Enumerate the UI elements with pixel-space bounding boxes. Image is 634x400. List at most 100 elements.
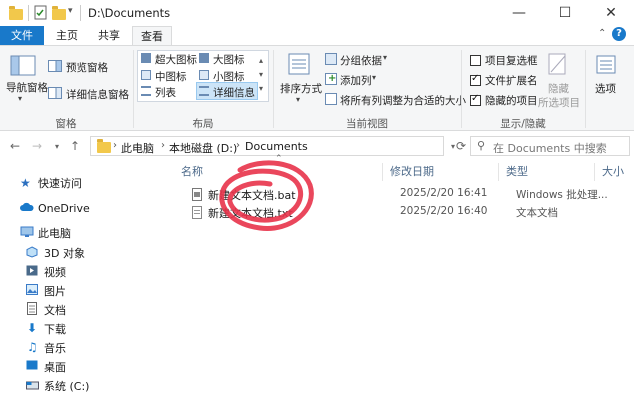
nav-label: 视频 <box>44 266 66 279</box>
add-columns-button[interactable]: 添加列 <box>340 73 372 88</box>
explorer-window: ▾ D:\Documents — ☐ ✕ 文件 主页 共享 查看 ⌃ ? 导航窗… <box>0 0 634 400</box>
red-scribble-annotation <box>219 160 314 231</box>
window-title: D:\Documents <box>88 6 171 20</box>
file-extensions-label: 文件扩展名 <box>485 75 538 87</box>
file-modified: 2025/2/20 16:41 <box>400 187 488 199</box>
txt-file-icon <box>192 206 202 219</box>
chevron-down-icon: ▾ <box>296 95 301 104</box>
chevron-down-icon: ▾ <box>372 73 377 82</box>
item-checkboxes-label: 项目复选框 <box>485 55 538 67</box>
refresh-button[interactable]: ⟳ <box>452 136 470 156</box>
layout-large-icons[interactable]: 大图标 <box>213 52 245 67</box>
tab-home[interactable]: 主页 <box>48 26 86 46</box>
chevron-down-icon: ▾ <box>18 94 23 103</box>
group-label-panes: 窗格 <box>55 118 77 130</box>
nav-item-onedrive[interactable]: OneDrive <box>0 198 170 218</box>
layout-details[interactable]: 详细信息 <box>213 85 255 100</box>
cloud-icon <box>20 202 34 214</box>
back-button[interactable]: ← <box>6 136 24 156</box>
bat-file-icon <box>192 188 202 201</box>
nav-item-desktop[interactable]: 桌面 <box>0 357 170 377</box>
layout-medium-icons[interactable]: 中图标 <box>155 69 187 84</box>
hide-selected-icon <box>547 52 569 78</box>
column-divider[interactable] <box>498 163 499 181</box>
item-checkboxes-checkbox[interactable] <box>470 55 481 66</box>
column-header-size[interactable]: 大小 <box>602 161 624 183</box>
gallery-scroll-icon[interactable]: ▴ ▾ ▾ <box>259 54 263 96</box>
download-icon: ⬇ <box>27 321 38 335</box>
document-icon <box>27 302 41 315</box>
nav-item-videos[interactable]: 视频 <box>0 262 170 282</box>
chevron-right-icon: › <box>113 140 117 151</box>
folder-icon <box>8 5 24 21</box>
nav-item-documents[interactable]: 文档 <box>0 300 170 320</box>
nav-label: OneDrive <box>38 201 90 215</box>
nav-pane-icon <box>8 54 38 78</box>
minimize-button[interactable]: — <box>496 0 542 26</box>
nav-item-system-c[interactable]: 系统 (C:) <box>0 376 170 396</box>
column-divider[interactable] <box>594 163 595 181</box>
layout-list[interactable]: 列表 <box>155 85 176 100</box>
search-input[interactable]: 在 Documents 中搜索 <box>493 140 607 156</box>
details-pane-icon <box>48 87 62 99</box>
group-label-current-view: 当前视图 <box>346 118 388 130</box>
fit-columns-button[interactable]: 将所有列调整为合适的大小 <box>340 93 466 108</box>
tab-file[interactable]: 文件 <box>0 26 44 46</box>
up-button[interactable]: ↑ <box>66 136 84 156</box>
medium-icons-icon <box>141 70 151 80</box>
file-extensions-checkbox[interactable] <box>470 73 481 86</box>
nav-item-music[interactable]: ♫ 音乐 <box>0 338 170 358</box>
nav-pane-button[interactable]: 导航窗格 <box>6 80 48 95</box>
xl-icons-icon <box>141 53 151 63</box>
ribbon-collapse-icon[interactable]: ⌃ <box>598 28 606 39</box>
sort-by-button[interactable]: 排序方式 <box>280 81 322 96</box>
divider <box>28 5 29 21</box>
options-button[interactable]: 选项 <box>595 81 616 96</box>
forward-button[interactable]: → <box>28 136 46 156</box>
tab-view[interactable]: 查看 <box>132 26 172 46</box>
hidden-items-checkbox[interactable] <box>470 93 481 106</box>
nav-item-pictures[interactable]: 图片 <box>0 281 170 301</box>
sort-icon <box>286 52 312 78</box>
recent-locations-dropdown[interactable]: ▾ <box>48 136 66 156</box>
properties-icon[interactable] <box>34 5 48 21</box>
preview-pane-button[interactable]: 预览窗格 <box>66 60 108 75</box>
file-type: 文本文档 <box>516 207 558 219</box>
group-divider <box>585 50 586 128</box>
nav-item-quick-access[interactable]: ★ 快速访问 <box>0 173 170 193</box>
column-divider[interactable] <box>382 163 383 181</box>
tab-share[interactable]: 共享 <box>90 26 128 46</box>
nav-item-3d-objects[interactable]: 3D 对象 <box>0 243 170 263</box>
nav-label: 音乐 <box>44 342 66 355</box>
hidden-items-label: 隐藏的项目 <box>485 95 538 107</box>
nav-label: 下载 <box>44 323 66 336</box>
nav-label: 图片 <box>44 285 66 298</box>
fit-columns-icon <box>325 93 337 105</box>
navigation-pane: ★ 快速访问 OneDrive 此电脑 3D 对象 视频 图片 文档 ⬇ 下载 … <box>0 159 170 400</box>
details-pane-button[interactable]: 详细信息窗格 <box>66 87 129 102</box>
list-icon <box>141 86 151 96</box>
column-header-type[interactable]: 类型 <box>506 161 528 183</box>
column-header-name[interactable]: 名称 <box>181 161 203 183</box>
group-by-button[interactable]: 分组依据 <box>340 53 382 68</box>
close-button[interactable]: ✕ <box>588 0 634 26</box>
new-folder-icon[interactable] <box>52 5 66 21</box>
file-type: Windows 批处理... <box>516 189 608 201</box>
column-header-modified[interactable]: 修改日期 <box>390 161 434 183</box>
details-icon <box>199 86 209 96</box>
search-box[interactable]: ⚲ 在 Documents 中搜索 <box>470 136 630 156</box>
hide-button[interactable]: 隐藏 <box>548 81 569 96</box>
preview-pane-icon <box>48 60 62 72</box>
chevron-down-icon: ▾ <box>383 53 388 62</box>
star-icon: ★ <box>20 176 31 190</box>
layout-xl-icons[interactable]: 超大图标 <box>155 52 197 67</box>
help-icon[interactable]: ? <box>612 27 626 41</box>
nav-item-this-pc[interactable]: 此电脑 <box>0 223 170 243</box>
divider <box>80 5 81 21</box>
nav-label: 此电脑 <box>38 227 71 240</box>
quick-access-dropdown-icon[interactable]: ▾ <box>68 6 73 16</box>
nav-item-downloads[interactable]: ⬇ 下载 <box>0 319 170 339</box>
group-label-layout: 布局 <box>192 118 214 130</box>
maximize-button[interactable]: ☐ <box>542 0 588 26</box>
breadcrumb-this-pc[interactable]: 此电脑 <box>121 140 154 156</box>
